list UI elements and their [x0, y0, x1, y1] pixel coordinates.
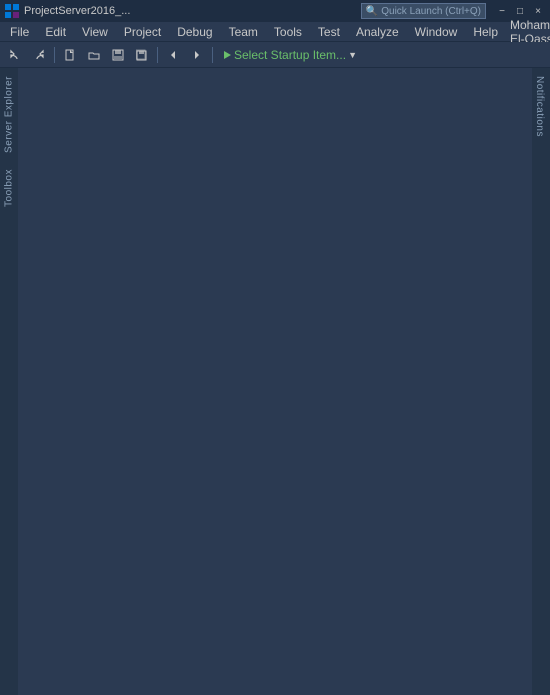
menu-edit[interactable]: Edit: [37, 22, 74, 41]
menu-analyze[interactable]: Analyze: [348, 22, 407, 41]
toolbar-sep-1: [54, 47, 55, 63]
run-button[interactable]: Select Startup Item... ▼: [217, 45, 362, 65]
server-explorer-tab[interactable]: Server Explorer: [0, 68, 18, 161]
quick-launch-search[interactable]: 🔍 Quick Launch (Ctrl+Q): [361, 3, 486, 19]
nav-back-button[interactable]: [162, 45, 184, 65]
menu-bar: File Edit View Project Debug Team Tools …: [0, 22, 550, 42]
menu-debug[interactable]: Debug: [169, 22, 220, 41]
menu-file[interactable]: File: [2, 22, 37, 41]
toolbar-sep-2: [157, 47, 158, 63]
right-sidebar: Notifications: [532, 68, 550, 695]
app-logo: [4, 3, 20, 19]
toolbar: Select Startup Item... ▼: [0, 42, 550, 68]
notifications-tab[interactable]: Notifications: [532, 68, 550, 145]
search-placeholder-text: Quick Launch (Ctrl+Q): [381, 6, 481, 17]
menu-window[interactable]: Window: [407, 22, 466, 41]
save-all-button[interactable]: [131, 45, 153, 65]
redo-button[interactable]: [28, 45, 50, 65]
menu-help[interactable]: Help: [465, 22, 506, 41]
main-area: Server Explorer Toolbox Notifications: [0, 68, 550, 695]
menu-project[interactable]: Project: [116, 22, 169, 41]
toolbox-tab[interactable]: Toolbox: [0, 161, 18, 215]
save-button[interactable]: [107, 45, 129, 65]
editor-area: [18, 68, 532, 695]
left-sidebar: Server Explorer Toolbox: [0, 68, 18, 695]
menu-tools[interactable]: Tools: [266, 22, 310, 41]
run-label: Select Startup Item...: [234, 48, 346, 62]
run-dropdown-arrow: ▼: [348, 50, 357, 60]
open-file-button[interactable]: [83, 45, 105, 65]
app-title: ProjectServer2016_...: [24, 5, 361, 17]
menu-team[interactable]: Team: [221, 22, 266, 41]
undo-button[interactable]: [4, 45, 26, 65]
search-icon: 🔍: [366, 6, 378, 17]
title-bar: ProjectServer2016_... 🔍 Quick Launch (Ct…: [0, 0, 550, 22]
new-file-button[interactable]: [59, 45, 81, 65]
menu-view[interactable]: View: [74, 22, 116, 41]
toolbar-sep-3: [212, 47, 213, 63]
menu-test[interactable]: Test: [310, 22, 348, 41]
nav-forward-button[interactable]: [186, 45, 208, 65]
